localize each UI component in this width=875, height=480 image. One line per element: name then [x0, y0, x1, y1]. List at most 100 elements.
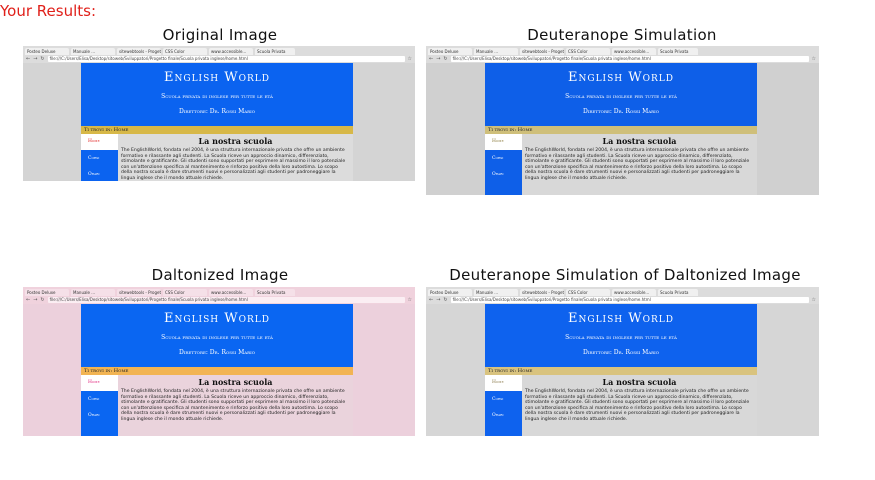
site-subtitle: Scuola privata di inglese per tutte le e… [565, 334, 677, 341]
site-director: Direttore: Dr. Rossi Mario [582, 349, 660, 356]
breadcrumb: Ti trovi in: Home [81, 126, 353, 134]
site-header: English World Scuola privata di inglese p… [485, 304, 757, 367]
forward-icon[interactable]: → [436, 296, 440, 304]
url-field[interactable]: file:///C:/Users/Elisa/Desktop/sitoweb/S… [450, 56, 809, 62]
content-text: The EnglishWorld, fondata nel 2004, è un… [525, 389, 750, 422]
browser-tab-bar: Posteo Deluxe Manuale ... sitewebtools - P… [426, 287, 819, 296]
caption-deuteranope-of-daltonized: Deuteranope Simulation of Daltonized Ima… [449, 266, 801, 284]
site-subtitle: Scuola privata di inglese per tutte le e… [161, 334, 273, 341]
nav-item-corsi[interactable]: Corsi [81, 395, 118, 405]
browser-tab[interactable]: Posteo Deluxe [428, 289, 472, 296]
caption-deuteranope: Deuteranope Simulation [527, 26, 717, 44]
browser-tab[interactable]: Manuale ... [71, 289, 115, 296]
back-icon[interactable]: ← [26, 296, 30, 304]
browser-address-bar: ← → ↻ file:///C:/Users/Elisa/Desktop/sitowe… [23, 55, 415, 63]
reload-icon[interactable]: ↻ [443, 296, 447, 304]
website-page: English World Scuola privata di inglese p… [485, 304, 757, 436]
back-icon[interactable]: ← [429, 296, 433, 304]
browser-tab[interactable]: Scuola Privata [658, 48, 698, 55]
website-page: English World Scuola privata di inglese p… [485, 63, 757, 195]
browser-tab[interactable]: CSS Color [566, 289, 610, 296]
url-field[interactable]: file:///C:/Users/Elisa/Desktop/sitoweb/S… [450, 297, 809, 303]
browser-tab[interactable]: Posteo Deluxe [25, 289, 69, 296]
nav-item-orari[interactable]: Orari [485, 170, 522, 180]
browser-tab[interactable]: sitewebtools - Progetto [520, 289, 564, 296]
site-director: Direttore: Dr. Rossi Mario [582, 108, 660, 115]
site-header: English World Scuola privata di inglese p… [81, 304, 353, 367]
browser-tab[interactable]: CSS Color [163, 289, 207, 296]
browser-tab[interactable]: Manuale ... [474, 289, 518, 296]
browser-tab[interactable]: www.accessible... [612, 48, 656, 55]
site-title: English World [568, 70, 674, 85]
site-content: La nostra scuola The EnglishWorld, fondat… [118, 134, 353, 181]
content-title: La nostra scuola [198, 136, 273, 146]
browser-tab[interactable]: Scuola Privata [255, 289, 295, 296]
content-text: The EnglishWorld, fondata nel 2004, è un… [121, 148, 346, 181]
star-icon[interactable]: ☆ [812, 296, 816, 304]
nav-item-orari[interactable]: Orari [485, 411, 522, 421]
site-subtitle: Scuola privata di inglese per tutte le e… [565, 93, 677, 100]
site-sidebar: Home Corsi Orari [81, 375, 118, 436]
site-director: Direttore: Dr. Rossi Mario [178, 349, 256, 356]
panel-original: Posteo Deluxe Manuale ... sitewebtools - P… [23, 46, 415, 181]
site-subtitle: Scuola privata di inglese per tutte le e… [161, 93, 273, 100]
browser-tab[interactable]: www.accessible... [612, 289, 656, 296]
reload-icon[interactable]: ↻ [40, 296, 44, 304]
breadcrumb: Ti trovi in: Home [485, 367, 757, 375]
site-header: English World Scuola privata di inglese p… [81, 63, 353, 126]
browser-tab[interactable]: CSS Color [566, 48, 610, 55]
browser-tab[interactable]: Scuola Privata [255, 48, 295, 55]
browser-tab[interactable]: Posteo Deluxe [428, 48, 472, 55]
back-icon[interactable]: ← [26, 55, 30, 63]
reload-icon[interactable]: ↻ [40, 55, 44, 63]
back-icon[interactable]: ← [429, 55, 433, 63]
browser-tab[interactable]: CSS Color [163, 48, 207, 55]
site-content: La nostra scuola The EnglishWorld, fondat… [118, 375, 353, 436]
site-sidebar: Home Corsi Orari [81, 134, 118, 181]
star-icon[interactable]: ☆ [408, 55, 412, 63]
browser-tab-bar: Posteo Deluxe Manuale ... sitewebtools - P… [23, 46, 415, 55]
browser-tab[interactable]: sitewebtools - Progetto [117, 48, 161, 55]
content-text: The EnglishWorld, fondata nel 2004, è un… [525, 148, 750, 181]
site-content: La nostra scuola The EnglishWorld, fondat… [522, 134, 757, 195]
caption-daltonized: Daltonized Image [151, 266, 289, 284]
nav-item-home[interactable]: Home [485, 375, 522, 391]
site-director: Direttore: Dr. Rossi Mario [178, 108, 256, 115]
url-field[interactable]: file:///C:/Users/Elisa/Desktop/sitoweb/S… [47, 56, 405, 62]
breadcrumb: Ti trovi in: Home [485, 126, 757, 134]
browser-tab[interactable]: www.accessible... [209, 48, 253, 55]
star-icon[interactable]: ☆ [408, 296, 412, 304]
reload-icon[interactable]: ↻ [443, 55, 447, 63]
browser-tab-bar: Posteo Deluxe Manuale ... sitewebtools - P… [23, 287, 415, 296]
site-title: English World [164, 70, 270, 85]
forward-icon[interactable]: → [436, 55, 440, 63]
website-page: English World Scuola privata di inglese p… [81, 304, 353, 436]
url-field[interactable]: file:///C:/Users/Elisa/Desktop/sitoweb/S… [47, 297, 405, 303]
browser-tab[interactable]: Scuola Privata [658, 289, 698, 296]
forward-icon[interactable]: → [33, 55, 37, 63]
nav-item-home[interactable]: Home [81, 134, 118, 150]
breadcrumb: Ti trovi in: Home [81, 367, 353, 375]
browser-tab[interactable]: sitewebtools - Progetto [117, 289, 161, 296]
nav-item-home[interactable]: Home [485, 134, 522, 150]
nav-item-orari[interactable]: Orari [81, 411, 118, 421]
nav-item-orari[interactable]: Orari [81, 170, 118, 180]
caption-original: Original Image [162, 26, 278, 44]
site-header: English World Scuola privata di inglese p… [485, 63, 757, 126]
forward-icon[interactable]: → [33, 296, 37, 304]
site-sidebar: Home Corsi Orari [485, 134, 522, 195]
browser-tab[interactable]: Manuale ... [71, 48, 115, 55]
results-heading: Your Results: [0, 2, 97, 20]
nav-item-home[interactable]: Home [81, 375, 118, 391]
browser-address-bar: ← → ↻ file:///C:/Users/Elisa/Desktop/sitowe… [426, 55, 819, 63]
content-title: La nostra scuola [198, 377, 273, 387]
browser-tab[interactable]: Posteo Deluxe [25, 48, 69, 55]
star-icon[interactable]: ☆ [812, 55, 816, 63]
site-sidebar: Home Corsi Orari [485, 375, 522, 436]
browser-tab[interactable]: www.accessible... [209, 289, 253, 296]
nav-item-corsi[interactable]: Corsi [485, 395, 522, 405]
nav-item-corsi[interactable]: Corsi [485, 154, 522, 164]
browser-tab[interactable]: Manuale ... [474, 48, 518, 55]
nav-item-corsi[interactable]: Corsi [81, 154, 118, 164]
browser-tab[interactable]: sitewebtools - Progetto [520, 48, 564, 55]
